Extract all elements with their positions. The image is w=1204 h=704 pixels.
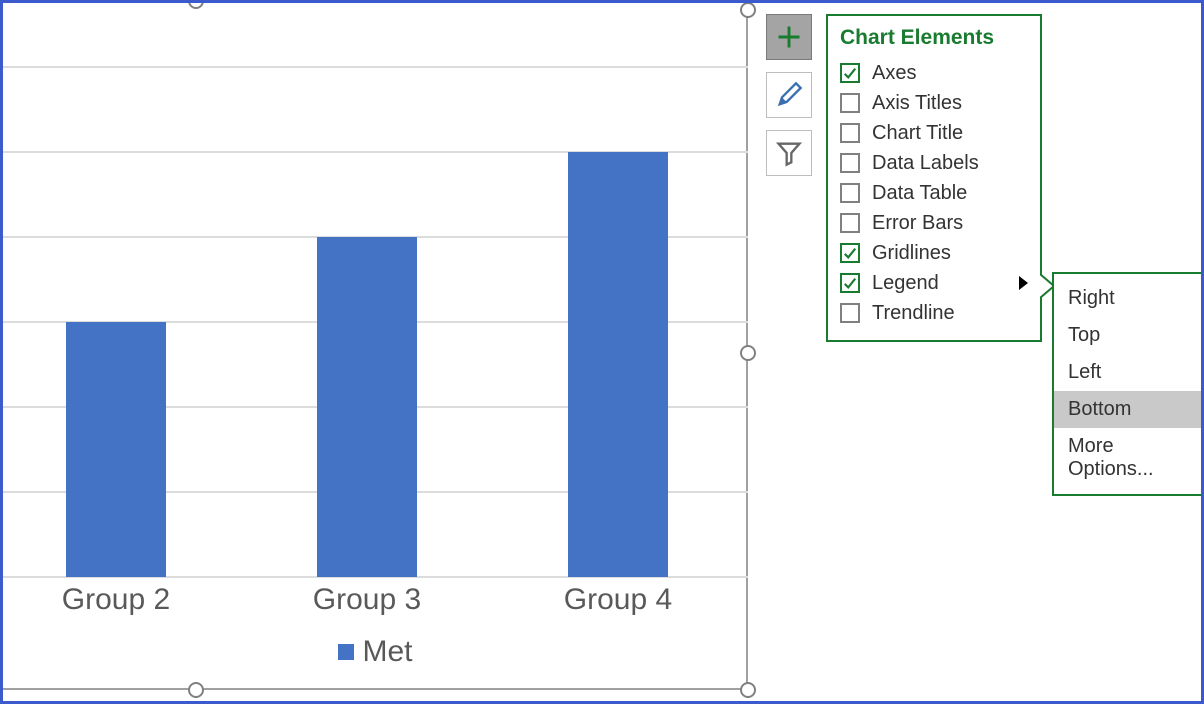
option-label: Trendline — [872, 302, 1028, 325]
selection-handle[interactable] — [740, 2, 756, 18]
checkbox[interactable] — [840, 93, 860, 113]
checkbox[interactable] — [840, 183, 860, 203]
selection-handle[interactable] — [740, 345, 756, 361]
option-label: Chart Title — [872, 122, 1028, 145]
chart-element-option[interactable]: Data Labels — [840, 148, 1028, 178]
plus-icon — [775, 23, 803, 51]
chart-filter-button[interactable] — [766, 130, 812, 176]
legend-swatch — [338, 644, 354, 660]
bar-series[interactable] — [3, 10, 748, 577]
chart-element-option[interactable]: Data Table — [840, 178, 1028, 208]
option-label: Error Bars — [872, 212, 1028, 235]
selection-handle[interactable] — [740, 682, 756, 698]
brush-icon — [775, 81, 803, 109]
chart-element-option[interactable]: Gridlines — [840, 238, 1028, 268]
option-label: Data Labels — [872, 152, 1028, 175]
legend-position-option[interactable]: Right — [1054, 280, 1204, 317]
legend[interactable]: Met — [3, 635, 748, 669]
chart-elements-button[interactable] — [766, 14, 812, 60]
flyout-title: Chart Elements — [840, 26, 1028, 50]
selection-handle[interactable] — [188, 0, 204, 9]
option-label: Legend — [872, 272, 1013, 295]
chart-element-option[interactable]: Legend — [840, 268, 1028, 298]
bar[interactable] — [66, 322, 166, 577]
chart-element-option[interactable]: Trendline — [840, 298, 1028, 328]
funnel-icon — [775, 139, 803, 167]
legend-position-option[interactable]: Bottom — [1054, 391, 1204, 428]
chart-object[interactable]: Group 2 Group 3 Group 4 Met — [3, 10, 748, 690]
checkbox[interactable] — [840, 213, 860, 233]
option-label: Axes — [872, 62, 1028, 85]
check-icon — [843, 276, 857, 290]
app-frame: Group 2 Group 3 Group 4 Met — [0, 0, 1204, 704]
bar[interactable] — [317, 237, 417, 577]
submenu-arrow-icon — [1019, 276, 1028, 290]
option-label: Axis Titles — [872, 92, 1028, 115]
check-icon — [843, 66, 857, 80]
selection-handle[interactable] — [188, 682, 204, 698]
chart-styles-button[interactable] — [766, 72, 812, 118]
x-axis-labels: Group 2 Group 3 Group 4 — [3, 583, 748, 623]
x-axis-label: Group 2 — [36, 583, 196, 617]
plot-area — [3, 10, 748, 577]
chart-element-option[interactable]: Axes — [840, 58, 1028, 88]
legend-position-option[interactable]: Top — [1054, 317, 1204, 354]
x-axis-label: Group 3 — [287, 583, 447, 617]
chart-element-option[interactable]: Chart Title — [840, 118, 1028, 148]
option-label: Data Table — [872, 182, 1028, 205]
checkbox[interactable] — [840, 123, 860, 143]
legend-position-submenu: RightTopLeftBottomMore Options... — [1052, 272, 1204, 496]
chart-element-option[interactable]: Error Bars — [840, 208, 1028, 238]
checkbox[interactable] — [840, 63, 860, 83]
option-label: Gridlines — [872, 242, 1028, 265]
check-icon — [843, 246, 857, 260]
chart-element-option[interactable]: Axis Titles — [840, 88, 1028, 118]
checkbox[interactable] — [840, 273, 860, 293]
legend-position-option[interactable]: Left — [1054, 354, 1204, 391]
legend-label: Met — [362, 635, 412, 668]
checkbox[interactable] — [840, 243, 860, 263]
checkbox[interactable] — [840, 153, 860, 173]
bar[interactable] — [568, 152, 668, 577]
legend-position-option[interactable]: More Options... — [1054, 428, 1204, 488]
chart-tools — [766, 14, 812, 188]
checkbox[interactable] — [840, 303, 860, 323]
chart-elements-flyout: Chart Elements Axes Axis Titles Chart Titl… — [826, 14, 1042, 342]
x-axis-label: Group 4 — [538, 583, 698, 617]
